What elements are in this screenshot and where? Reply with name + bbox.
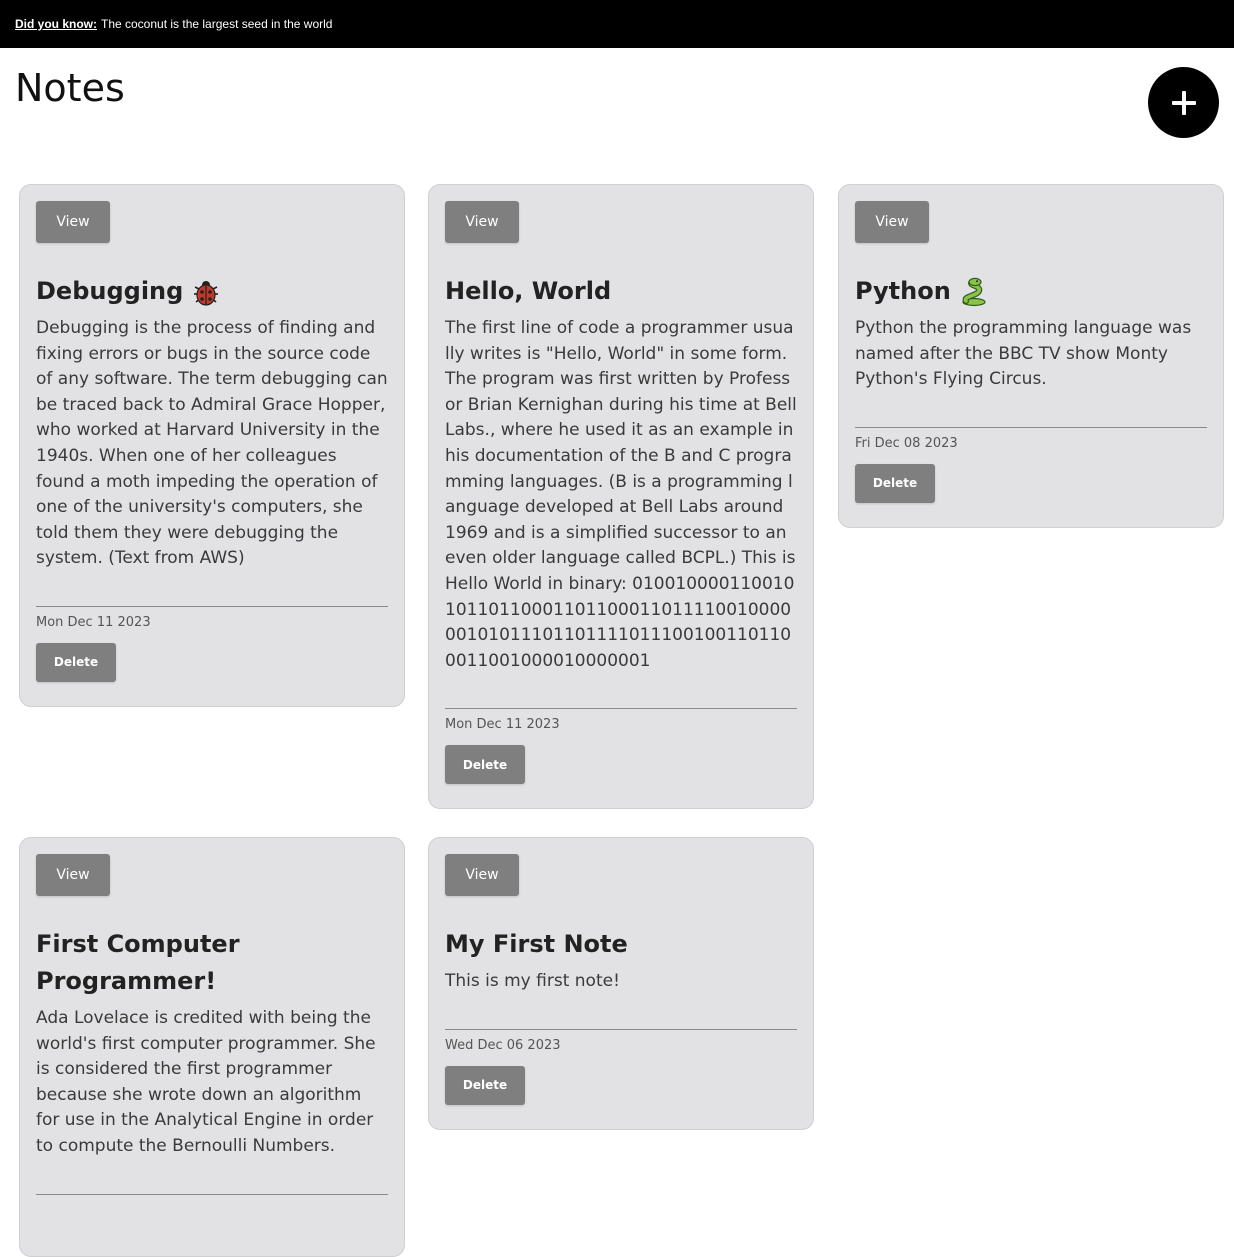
view-button[interactable]: View <box>445 201 519 243</box>
note-body: The first line of code a programmer usua… <box>445 318 797 671</box>
delete-button[interactable]: Delete <box>855 463 935 503</box>
view-button[interactable]: View <box>855 201 929 243</box>
plus-icon <box>1171 90 1196 115</box>
divider <box>36 605 388 607</box>
note-title-text: Hello, World <box>445 277 612 305</box>
fact-banner-label: Did you know: <box>15 17 97 31</box>
delete-button[interactable]: Delete <box>445 1065 525 1105</box>
view-button[interactable]: View <box>36 854 110 896</box>
ladybug-icon <box>191 277 221 307</box>
note-title: First Computer Programmer! <box>36 926 388 1000</box>
note-title-text: Debugging <box>36 277 184 305</box>
view-button[interactable]: View <box>445 854 519 896</box>
note-date: Mon Dec 11 2023 <box>36 614 151 630</box>
note-title: Hello, World <box>445 273 797 310</box>
note-card: View Python Python the programming langu… <box>838 184 1224 528</box>
divider <box>445 1028 797 1030</box>
note-date: Fri Dec 08 2023 <box>855 435 958 451</box>
delete-button[interactable]: Delete <box>36 642 116 682</box>
note-card: View Hello, World The first line of code… <box>428 184 814 810</box>
note-title-text: My First Note <box>445 930 628 958</box>
note-card: View Debugging Debugging is the process … <box>19 184 405 707</box>
note-card: View First Computer Programmer! Ada Love… <box>19 837 405 1257</box>
view-button[interactable]: View <box>36 201 110 243</box>
divider <box>36 1193 388 1195</box>
note-body: Debugging is the process of finding and … <box>36 318 388 569</box>
note-title-text: Python <box>855 277 951 305</box>
fact-banner-text: The coconut is the largest seed in the w… <box>101 17 333 31</box>
page-title: Notes <box>15 66 125 110</box>
note-body: Ada Lovelace is credited with being the … <box>36 1008 376 1156</box>
add-note-button[interactable] <box>1148 67 1219 138</box>
note-date: Wed Dec 06 2023 <box>445 1037 561 1053</box>
note-title: Python <box>855 273 1207 310</box>
snake-icon <box>959 277 989 307</box>
note-title: My First Note <box>445 926 797 963</box>
note-body: Python the programming language was name… <box>855 318 1192 390</box>
divider <box>855 426 1207 428</box>
divider <box>445 708 797 710</box>
note-body: This is my first note! <box>445 971 620 991</box>
note-title: Debugging <box>36 273 388 310</box>
note-card: View My First Note This is my first note… <box>428 837 814 1130</box>
note-date: Mon Dec 11 2023 <box>445 717 560 733</box>
note-title-text: First Computer Programmer! <box>36 930 240 995</box>
fact-banner: Did you know: The coconut is the largest… <box>0 0 1234 48</box>
delete-button[interactable]: Delete <box>445 745 525 785</box>
